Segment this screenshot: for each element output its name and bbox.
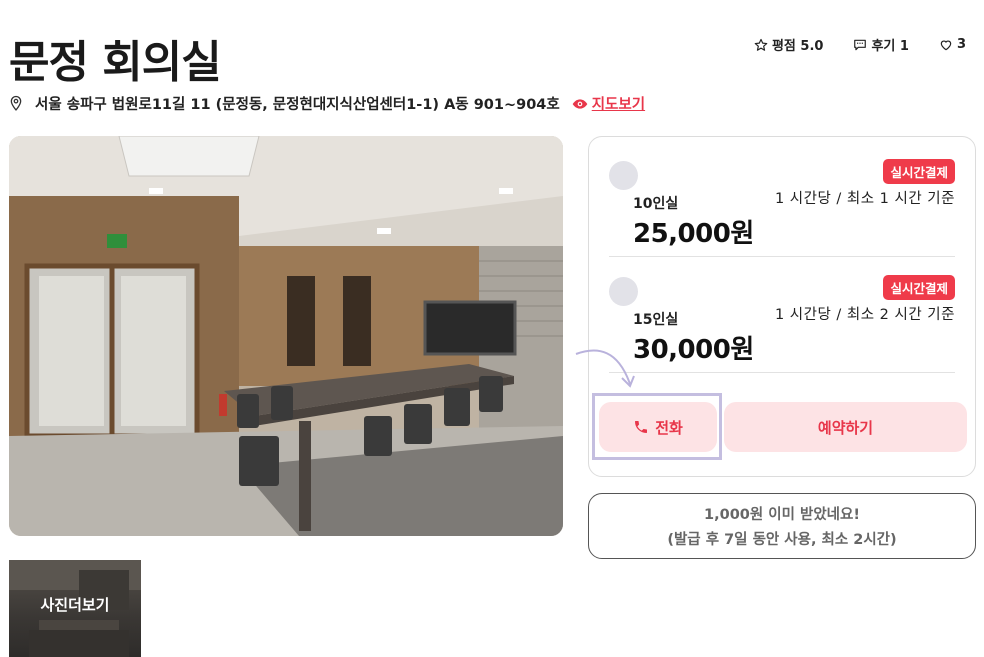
room-radio[interactable]: [609, 277, 638, 306]
likes-count: 3: [956, 37, 966, 52]
reviews-label: 후기 1: [871, 39, 909, 54]
phone-icon: [635, 421, 648, 433]
map-link-label: 지도보기: [591, 97, 646, 113]
room-radio[interactable]: [609, 161, 638, 190]
more-photos-button[interactable]: 사진더보기: [9, 560, 141, 657]
comment-icon: [854, 39, 867, 50]
room-name: 10인실: [633, 196, 679, 212]
price-card: 실시간결제 10인실 25,000원 1 시간당 / 최소 1 시간 기준 실시…: [588, 136, 976, 477]
page-title: 문정 회의실: [9, 37, 222, 88]
reviews-button[interactable]: 후기 1: [853, 35, 909, 54]
header-actions: 평점 5.0 후기 1 3: [754, 35, 966, 54]
room-price: 25,000원: [633, 219, 754, 249]
room-name: 15인실: [633, 312, 679, 328]
call-button[interactable]: 전화: [599, 402, 717, 452]
like-button[interactable]: 3: [939, 37, 966, 52]
room-option[interactable]: 실시간결제 10인실 25,000원 1 시간당 / 최소 1 시간 기준: [609, 157, 955, 257]
address-row: 서울 송파구 법원로11길 11 (문정동, 문정현대지식산업센터1-1) A동…: [9, 93, 645, 114]
room-rate: 1 시간당 / 최소 1 시간 기준: [774, 191, 955, 207]
heart-icon: [940, 40, 952, 50]
star-icon: [754, 38, 768, 51]
address-text: 서울 송파구 법원로11길 11 (문정동, 문정현대지식산업센터1-1) A동…: [35, 97, 560, 113]
reserve-button[interactable]: 예약하기: [724, 402, 967, 452]
room-rate: 1 시간당 / 최소 2 시간 기준: [774, 307, 955, 323]
call-button-label: 전화: [655, 418, 683, 437]
rating-button[interactable]: 평점 5.0: [754, 35, 823, 54]
coupon-box[interactable]: 1,000원 이미 받았네요! (발급 후 7일 동안 사용, 최소 2시간): [588, 493, 976, 559]
coupon-line-1: 1,000원 이미 받았네요!: [704, 507, 860, 523]
realtime-payment-badge: 실시간결제: [883, 275, 955, 300]
room-price: 30,000원: [633, 335, 754, 365]
coupon-line-2: (발급 후 7일 동안 사용, 최소 2시간): [667, 532, 897, 548]
realtime-payment-badge: 실시간결제: [883, 159, 955, 184]
map-link[interactable]: 지도보기: [572, 93, 645, 114]
more-photos-label: 사진더보기: [40, 596, 110, 614]
room-option[interactable]: 실시간결제 15인실 30,000원 1 시간당 / 최소 2 시간 기준: [609, 273, 955, 373]
main-photo[interactable]: [9, 136, 563, 536]
rating-label: 평점 5.0: [771, 39, 824, 54]
eye-icon: [572, 98, 588, 109]
location-pin-icon: [9, 95, 23, 112]
